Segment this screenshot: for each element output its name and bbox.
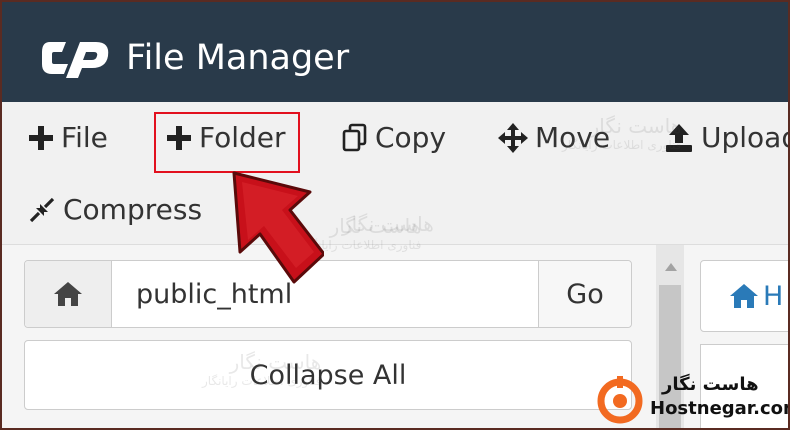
home-breadcrumb[interactable]: H bbox=[700, 260, 788, 332]
watermark: هاست نگار فناوری اطلاعات رایانگار bbox=[562, 114, 682, 152]
move-arrows-icon bbox=[498, 123, 528, 153]
home-breadcrumb-label: H bbox=[763, 280, 784, 312]
brand-watermark: هاست نگار Hostnegar.com bbox=[594, 370, 788, 428]
watermark: هاست نگار فناوری اطلاعات رایانگار bbox=[202, 350, 322, 388]
hostnegar-logo bbox=[597, 376, 643, 424]
compress-label: Compress bbox=[63, 193, 203, 226]
folder-highlight-box bbox=[154, 112, 300, 173]
home-icon bbox=[730, 284, 758, 308]
screenshot-frame: File Manager File Folder Copy Move Uploa… bbox=[2, 2, 788, 428]
collapse-all-button[interactable]: Collapse All bbox=[24, 340, 632, 410]
new-file-label: File bbox=[61, 121, 108, 154]
go-button[interactable]: Go bbox=[538, 261, 631, 327]
path-input[interactable] bbox=[112, 261, 540, 327]
upload-label: Upload bbox=[701, 121, 788, 154]
scroll-up-arrow-icon[interactable] bbox=[665, 263, 677, 271]
copy-button[interactable]: Copy bbox=[342, 118, 446, 158]
upload-button[interactable]: Upload bbox=[664, 118, 788, 158]
home-button[interactable] bbox=[25, 261, 112, 327]
copy-icon bbox=[342, 123, 368, 153]
path-bar: Go bbox=[24, 260, 632, 328]
red-pointer-arrow-icon bbox=[232, 171, 324, 284]
copy-label: Copy bbox=[375, 121, 447, 154]
compress-icon bbox=[28, 196, 56, 224]
app-header: File Manager bbox=[2, 2, 788, 102]
home-icon bbox=[54, 282, 82, 306]
plus-icon bbox=[28, 125, 54, 151]
page-title: File Manager bbox=[126, 38, 350, 78]
brand-name-fa: هاست نگار bbox=[662, 374, 759, 395]
brand-site: Hostnegar.com bbox=[650, 398, 788, 419]
cpanel-logo bbox=[42, 42, 109, 78]
new-file-button[interactable]: File bbox=[28, 118, 108, 158]
compress-button[interactable]: Compress bbox=[28, 190, 202, 230]
